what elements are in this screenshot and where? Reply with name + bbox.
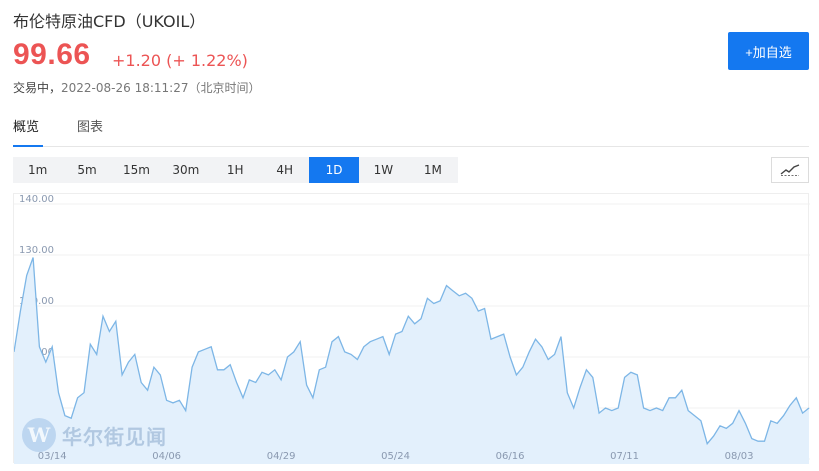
range-1mo[interactable]: 1M (408, 157, 457, 183)
instrument-title: 布伦特原油CFD（UKOIL） (13, 12, 206, 31)
price-change: +1.20 (+ 1.22%) (112, 51, 248, 70)
x-tick-label: 08/03 (725, 451, 754, 462)
range-1d[interactable]: 1D (309, 157, 359, 183)
range-1h[interactable]: 1H (211, 157, 260, 183)
line-chart-icon (780, 164, 800, 176)
watermark: W 华尔街见闻 (22, 418, 167, 452)
range-15m[interactable]: 15m (112, 157, 161, 183)
y-tick-label: 140.00 (19, 194, 54, 205)
range-5m[interactable]: 5m (62, 157, 111, 183)
y-tick-label: 130.00 (19, 245, 54, 256)
x-tick-label: 03/14 (38, 451, 67, 462)
tab-overview[interactable]: 概览 (13, 118, 43, 147)
x-tick-label: 04/06 (152, 451, 181, 462)
tab-bar: 概览 图表 (13, 118, 809, 147)
timestamp: 2022-08-26 18:11:27（北京时间） (61, 81, 261, 95)
range-4h[interactable]: 4H (260, 157, 309, 183)
time-range-selector: 1m 5m 15m 30m 1H 4H 1D 1W 1M (13, 157, 458, 183)
chart-type-button[interactable] (771, 157, 809, 183)
add-to-watchlist-button[interactable]: +加自选 (728, 32, 809, 70)
trading-status: 交易中，2022-08-26 18:11:27（北京时间） (13, 79, 260, 96)
range-30m[interactable]: 30m (161, 157, 210, 183)
x-tick-label: 05/24 (381, 451, 410, 462)
wallstreetcn-logo-icon: W (22, 418, 56, 452)
range-1w[interactable]: 1W (359, 157, 408, 183)
x-tick-label: 04/29 (267, 451, 296, 462)
status-label: 交易中， (13, 81, 62, 95)
watermark-text: 华尔街见闻 (62, 424, 167, 449)
x-tick-label: 07/11 (610, 451, 639, 462)
x-tick-label: 06/16 (496, 451, 525, 462)
range-1m[interactable]: 1m (13, 157, 62, 183)
tab-chart[interactable]: 图表 (77, 118, 103, 147)
last-price: 99.66 (13, 38, 91, 71)
